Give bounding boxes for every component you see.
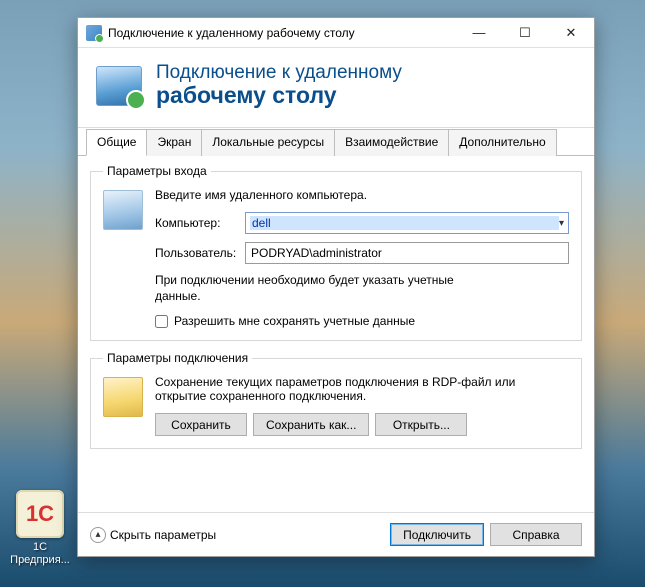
window-title: Подключение к удаленному рабочему столу [108,26,456,40]
login-group: Параметры входа Введите имя удаленного к… [90,164,582,341]
allow-save-input[interactable] [155,315,168,328]
folder-icon [103,377,143,417]
save-as-button[interactable]: Сохранить как... [253,413,369,436]
rdp-app-icon [86,25,102,41]
banner: Подключение к удаленному рабочему столу [78,48,594,128]
desktop-shortcut-1c[interactable]: 1С 1СПредприя... [9,490,71,567]
computer-value: dell [250,216,559,230]
close-button[interactable]: ✕ [548,18,594,47]
login-legend: Параметры входа [103,164,211,178]
help-button[interactable]: Справка [490,523,582,546]
one-c-icon: 1С [16,490,64,538]
user-label: Пользователь: [155,246,245,260]
minimize-button[interactable]: — [456,18,502,47]
connection-legend: Параметры подключения [103,351,252,365]
allow-save-checkbox[interactable]: Разрешить мне сохранять учетные данные [155,314,569,328]
rdp-banner-icon [96,66,142,106]
tab-advanced[interactable]: Дополнительно [448,129,556,156]
chevron-down-icon: ▾ [559,218,564,229]
hide-options-label: Скрыть параметры [110,528,216,542]
tab-strip: Общие Экран Локальные ресурсы Взаимодейс… [78,128,594,156]
rdp-dialog: Подключение к удаленному рабочему столу … [77,17,595,557]
credentials-note: При подключении необходимо будет указать… [155,272,495,304]
hide-options-link[interactable]: ▴ Скрыть параметры [90,527,216,543]
tab-display[interactable]: Экран [146,129,202,156]
open-button[interactable]: Открыть... [375,413,467,436]
allow-save-label: Разрешить мне сохранять учетные данные [174,314,415,328]
tab-local-resources[interactable]: Локальные ресурсы [201,129,335,156]
tab-content: Параметры входа Введите имя удаленного к… [78,156,594,467]
maximize-button[interactable]: ☐ [502,18,548,47]
connection-intro: Сохранение текущих параметров подключени… [155,375,569,403]
banner-title: Подключение к удаленному рабочему столу [156,62,402,109]
computer-combo[interactable]: dell ▾ [245,212,569,234]
chevron-up-icon: ▴ [90,527,106,543]
tab-experience[interactable]: Взаимодействие [334,129,449,156]
computer-icon [103,190,143,230]
save-button[interactable]: Сохранить [155,413,247,436]
username-field[interactable] [245,242,569,264]
computer-label: Компьютер: [155,216,245,230]
dialog-footer: ▴ Скрыть параметры Подключить Справка [78,512,594,556]
connect-button[interactable]: Подключить [390,523,484,546]
login-intro: Введите имя удаленного компьютера. [155,188,569,202]
window-controls: — ☐ ✕ [456,18,594,47]
tab-general[interactable]: Общие [86,129,147,156]
connection-group: Параметры подключения Сохранение текущих… [90,351,582,449]
titlebar[interactable]: Подключение к удаленному рабочему столу … [78,18,594,48]
desktop-shortcut-label: 1СПредприя... [9,541,71,567]
